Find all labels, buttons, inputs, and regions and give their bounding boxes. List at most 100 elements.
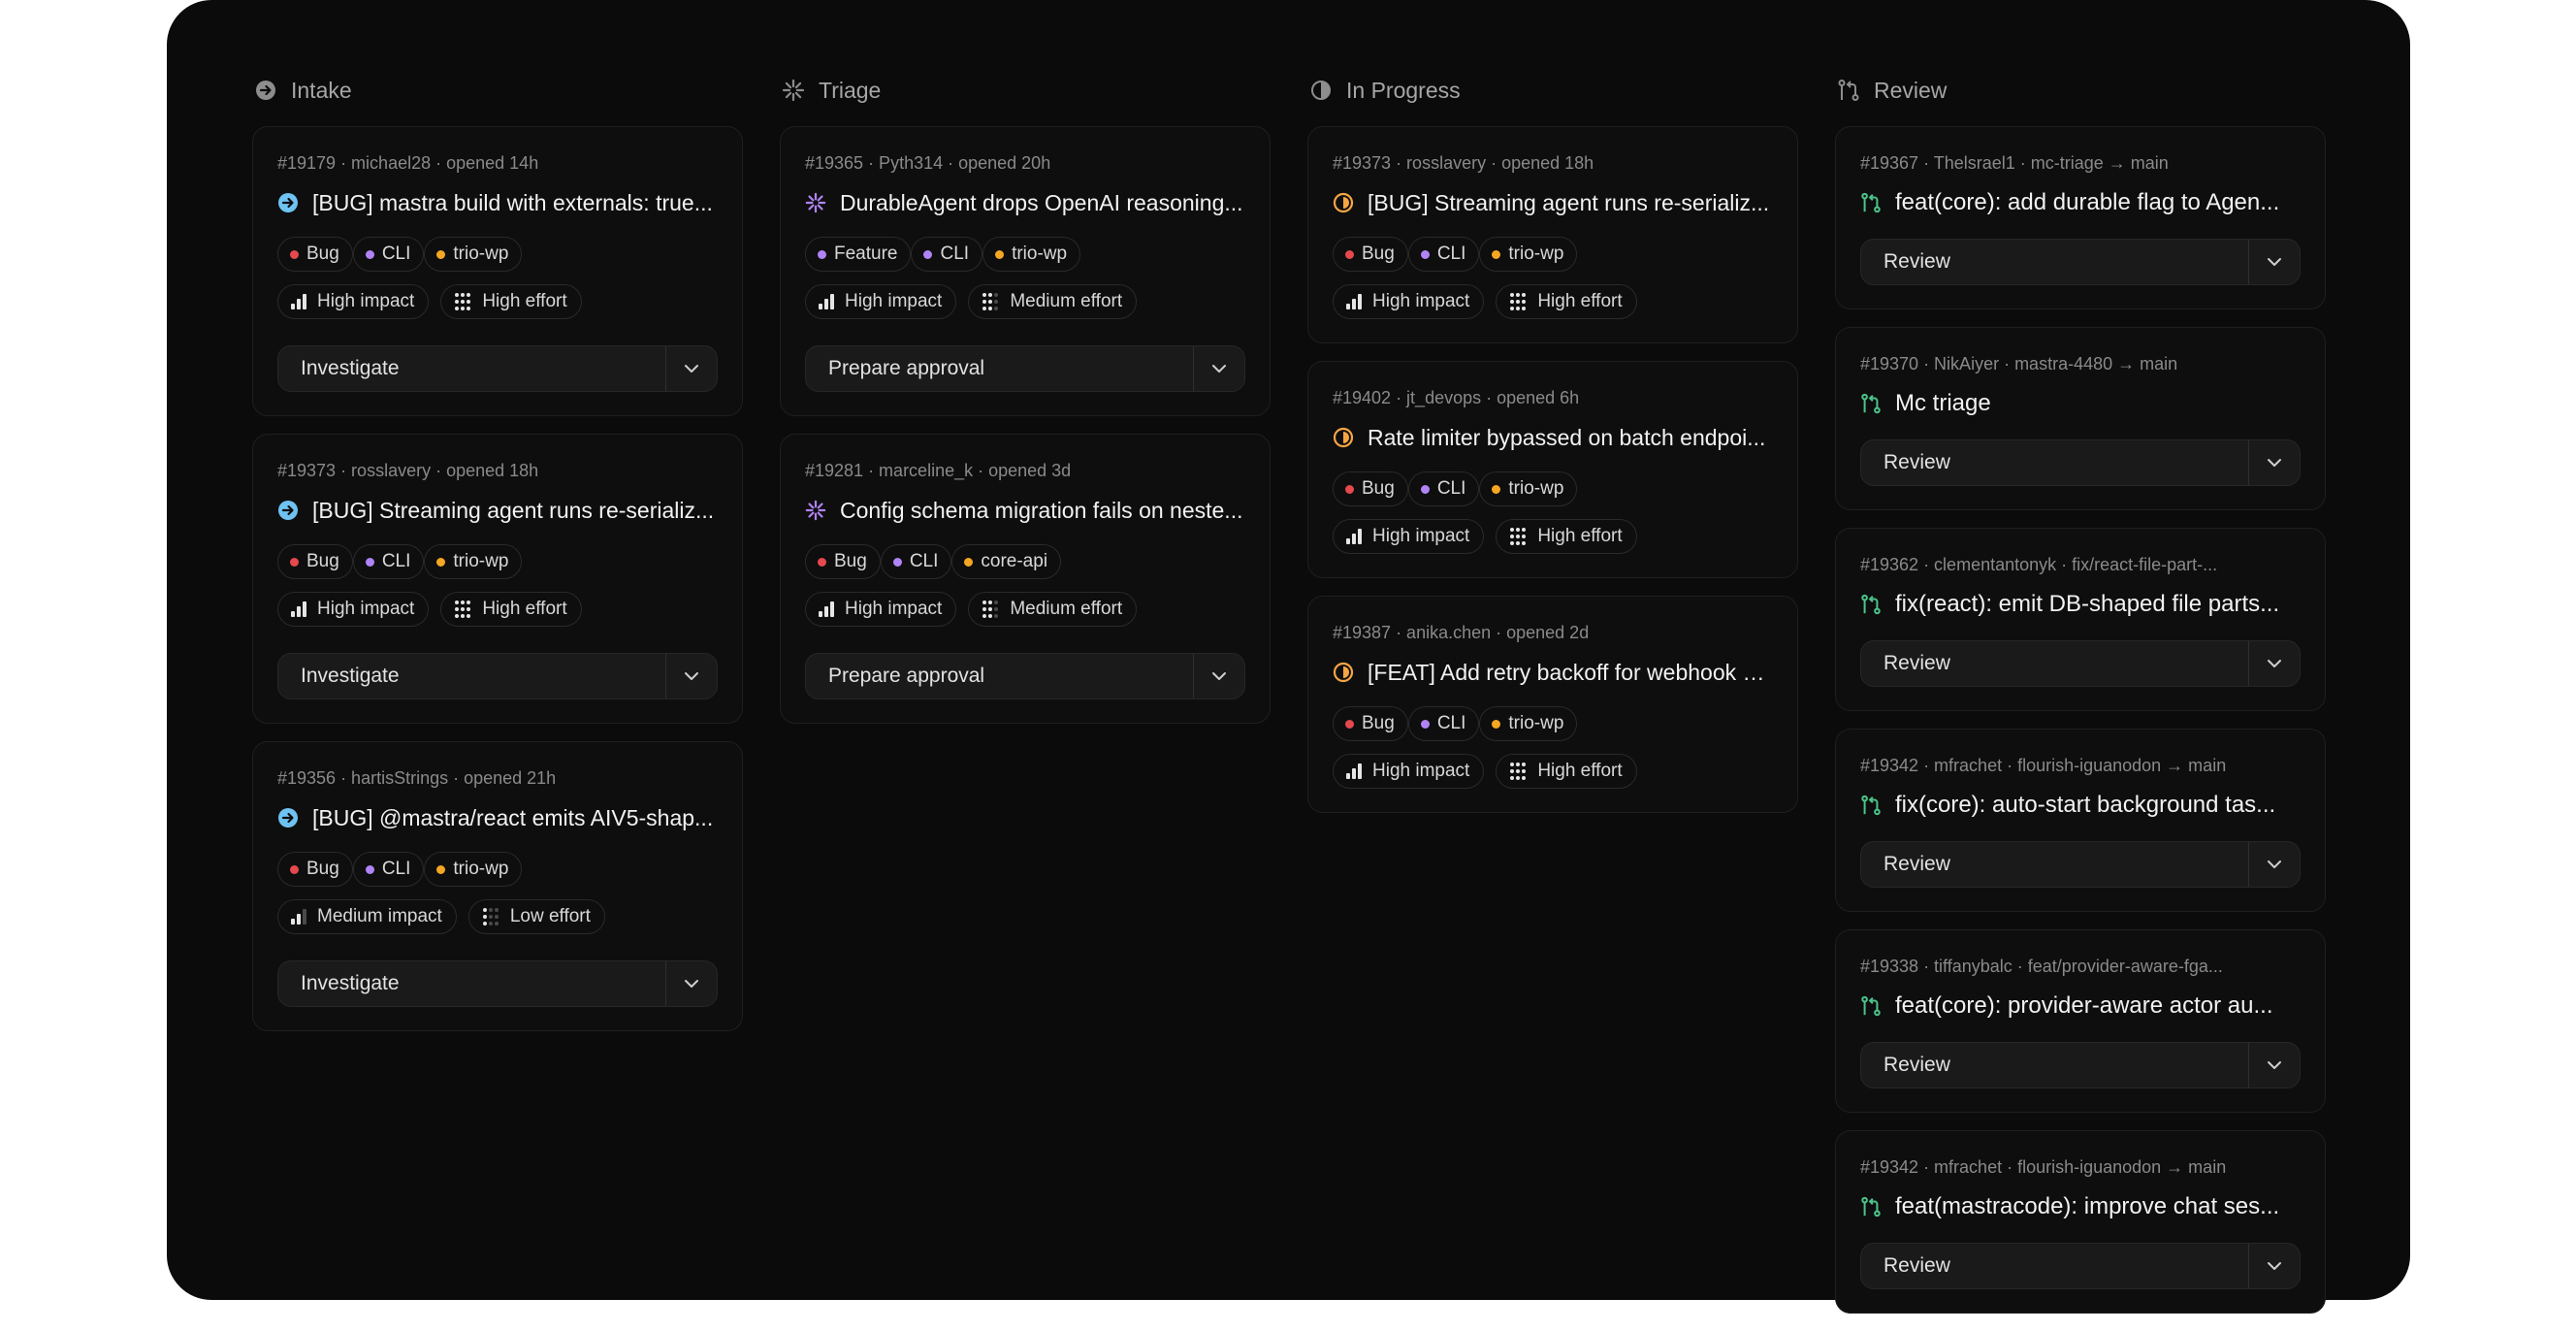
investigate-button[interactable]: Investigate — [278, 665, 665, 688]
label-tag[interactable]: trio-wp — [424, 852, 523, 887]
label-tag[interactable]: Bug — [805, 544, 881, 579]
effort-pill[interactable]: High effort — [1496, 519, 1637, 554]
effort-pill[interactable]: Low effort — [467, 899, 605, 934]
review-button[interactable]: Review — [1861, 652, 2248, 675]
issue-card[interactable]: #19402 · jt_devops · opened 6h Rate limi… — [1307, 361, 1798, 578]
pr-card[interactable]: #19370 · NikAiyer · mastra-4480 → main M… — [1835, 327, 2326, 510]
issue-card[interactable]: #19373 · rosslavery · opened 18h [BUG] S… — [252, 434, 743, 724]
issue-card[interactable]: #19356 · hartisStrings · opened 21h [BUG… — [252, 741, 743, 1031]
impact-pill[interactable]: Medium impact — [277, 899, 457, 934]
card-title[interactable]: [BUG] mastra build with externals: true.… — [312, 190, 718, 216]
label-tag[interactable]: CLI — [911, 237, 983, 272]
impact-pill[interactable]: High impact — [1333, 754, 1485, 789]
dot-grid-icon — [455, 601, 471, 618]
label-tag[interactable]: Bug — [277, 852, 353, 887]
label-tag[interactable]: trio-wp — [1479, 706, 1578, 741]
review-button[interactable]: Review — [1861, 451, 2248, 474]
issue-card[interactable]: #19387 · anika.chen · opened 2d [FEAT] A… — [1307, 596, 1798, 813]
issue-card[interactable]: #19373 · rosslavery · opened 18h [BUG] S… — [1307, 126, 1798, 343]
label-tag[interactable]: CLI — [352, 237, 425, 272]
label-tag[interactable]: Bug — [277, 237, 353, 272]
action-split-button: Review — [1860, 439, 2301, 486]
card-title[interactable]: feat(mastracode): improve chat ses... — [1895, 1193, 2301, 1220]
action-dropdown-button[interactable] — [2248, 440, 2300, 485]
card-title[interactable]: feat(core): add durable flag to Agen... — [1895, 189, 2301, 216]
label-tag[interactable]: CLI — [352, 544, 425, 579]
column-title: Review — [1874, 77, 1948, 103]
pr-card[interactable]: #19367 · Thelsrael1 · mc-triage → main f… — [1835, 126, 2326, 309]
issue-card[interactable]: #19281 · marceline_k · opened 3d Config … — [780, 434, 1271, 724]
label-tag[interactable]: trio-wp — [1479, 237, 1578, 272]
pr-card[interactable]: #19362 · clementantonyk · fix/react-file… — [1835, 528, 2326, 711]
label-tag[interactable]: core-api — [951, 544, 1062, 579]
card-title[interactable]: Config schema migration fails on neste..… — [840, 498, 1245, 524]
prepare-approval-button[interactable]: Prepare approval — [806, 665, 1193, 688]
effort-pill[interactable]: High effort — [1496, 284, 1637, 319]
action-dropdown-button[interactable] — [2248, 1244, 2300, 1288]
effort-pill[interactable]: Medium effort — [968, 284, 1138, 319]
label-tag[interactable]: trio-wp — [1479, 471, 1578, 506]
review-button[interactable]: Review — [1861, 1054, 2248, 1077]
action-dropdown-button[interactable] — [1193, 654, 1244, 698]
action-dropdown-button[interactable] — [2248, 842, 2300, 887]
label-group: Bug CLI trio-wp — [277, 852, 718, 887]
card-title[interactable]: [BUG] Streaming agent runs re-serializ..… — [312, 498, 718, 524]
label-tag[interactable]: CLI — [1407, 706, 1480, 741]
card-title[interactable]: [BUG] @mastra/react emits AIV5-shap... — [312, 805, 718, 831]
card-title[interactable]: fix(core): auto-start background tas... — [1895, 792, 2301, 819]
label-tag[interactable]: trio-wp — [982, 237, 1081, 272]
effort-pill[interactable]: High effort — [440, 592, 582, 627]
review-button[interactable]: Review — [1861, 853, 2248, 876]
card-title[interactable]: [FEAT] Add retry backoff for webhook d..… — [1368, 660, 1773, 686]
label-tag[interactable]: trio-wp — [424, 544, 523, 579]
impact-pill[interactable]: High impact — [805, 284, 957, 319]
impact-pill[interactable]: High impact — [805, 592, 957, 627]
impact-pill[interactable]: High impact — [1333, 284, 1485, 319]
effort-pill[interactable]: High effort — [1496, 754, 1637, 789]
impact-pill[interactable]: High impact — [277, 284, 430, 319]
card-title[interactable]: DurableAgent drops OpenAI reasoning... — [840, 190, 1245, 216]
prepare-approval-button[interactable]: Prepare approval — [806, 357, 1193, 380]
label-tag[interactable]: CLI — [880, 544, 952, 579]
impact-pill[interactable]: High impact — [1333, 519, 1485, 554]
investigate-button[interactable]: Investigate — [278, 357, 665, 380]
investigate-button[interactable]: Investigate — [278, 972, 665, 995]
label-text: CLI — [381, 859, 411, 879]
action-dropdown-button[interactable] — [1193, 346, 1244, 391]
review-button[interactable]: Review — [1861, 250, 2248, 274]
card-title[interactable]: Mc triage — [1895, 390, 2301, 417]
label-tag[interactable]: Bug — [1333, 237, 1408, 272]
action-dropdown-button[interactable] — [665, 346, 717, 391]
label-tag[interactable]: Bug — [1333, 706, 1408, 741]
label-text: trio-wp — [1508, 478, 1564, 499]
label-tag[interactable]: Bug — [277, 544, 353, 579]
card-title[interactable]: feat(core): provider-aware actor au... — [1895, 992, 2301, 1020]
label-tag[interactable]: CLI — [352, 852, 425, 887]
signal-bars-icon — [819, 294, 834, 309]
impact-pill[interactable]: High impact — [277, 592, 430, 627]
action-dropdown-button[interactable] — [2248, 641, 2300, 686]
issue-card[interactable]: #19179 · michael28 · opened 14h [BUG] ma… — [252, 126, 743, 416]
action-dropdown-button[interactable] — [665, 961, 717, 1006]
pr-card[interactable]: #19342 · mfrachet · flourish-iguanodon →… — [1835, 1130, 2326, 1314]
effort-pill[interactable]: High effort — [440, 284, 582, 319]
label-tag[interactable]: trio-wp — [424, 237, 523, 272]
action-dropdown-button[interactable] — [665, 654, 717, 698]
pr-card[interactable]: #19338 · tiffanybalc · feat/provider-awa… — [1835, 929, 2326, 1113]
chevron-down-icon — [685, 672, 698, 680]
pr-card[interactable]: #19342 · mfrachet · flourish-iguanodon →… — [1835, 729, 2326, 912]
label-tag[interactable]: CLI — [1407, 471, 1480, 506]
action-dropdown-button[interactable] — [2248, 1043, 2300, 1088]
label-tag[interactable]: Bug — [1333, 471, 1408, 506]
signal-bars-medium-icon — [291, 909, 306, 925]
effort-pill[interactable]: Medium effort — [968, 592, 1138, 627]
card-title[interactable]: [BUG] Streaming agent runs re-serializ..… — [1368, 190, 1773, 216]
label-dot — [1345, 484, 1354, 494]
label-tag[interactable]: CLI — [1407, 237, 1480, 272]
issue-card[interactable]: #19365 · Pyth314 · opened 20h DurableAge… — [780, 126, 1271, 416]
card-title[interactable]: Rate limiter bypassed on batch endpoi... — [1368, 425, 1773, 451]
label-tag[interactable]: Feature — [805, 237, 912, 272]
review-button[interactable]: Review — [1861, 1254, 2248, 1278]
action-dropdown-button[interactable] — [2248, 240, 2300, 284]
card-title[interactable]: fix(react): emit DB-shaped file parts... — [1895, 591, 2301, 618]
